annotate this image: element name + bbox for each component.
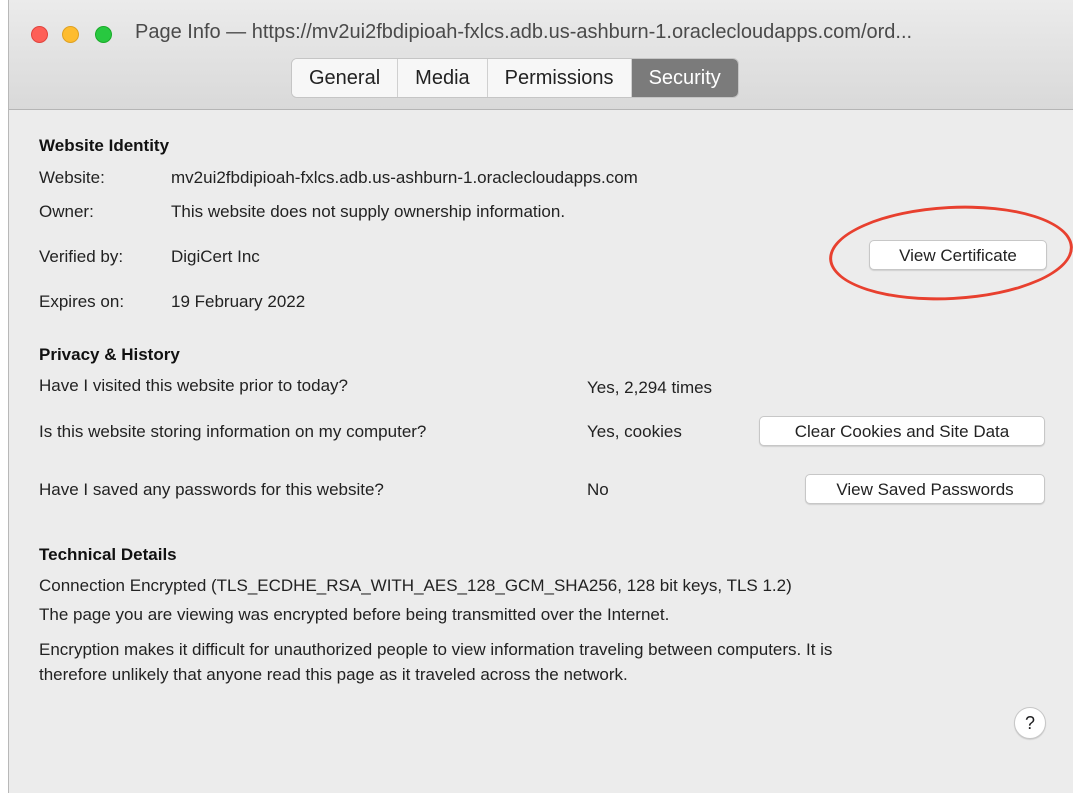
close-window-button[interactable] <box>31 26 48 43</box>
annotation-circle <box>826 199 1073 307</box>
encryption-explanation-text: The page you are viewing was encrypted b… <box>39 605 670 624</box>
website-label: Website: <box>39 168 105 187</box>
visited-question: Have I visited this website prior to tod… <box>39 376 348 395</box>
expires-on-label: Expires on: <box>39 292 125 311</box>
tab-general[interactable]: General <box>292 59 399 97</box>
zoom-window-button[interactable] <box>95 26 112 43</box>
passwords-answer: No <box>587 480 609 499</box>
verified-by-value: DigiCert Inc <box>171 247 260 266</box>
technical-details-heading: Technical Details <box>39 545 177 564</box>
visited-answer: Yes, 2,294 times <box>587 378 713 397</box>
title-bar: Page Info — https://mv2ui2fbdipioah-fxlc… <box>9 0 1073 110</box>
clear-cookies-button[interactable]: Clear Cookies and Site Data <box>759 416 1045 446</box>
verified-by-label: Verified by: <box>39 247 124 266</box>
storing-answer: Yes, cookies <box>587 422 682 441</box>
connection-encrypted-text: Connection Encrypted (TLS_ECDHE_RSA_WITH… <box>39 576 792 595</box>
view-saved-passwords-button[interactable]: View Saved Passwords <box>805 474 1045 504</box>
website-identity-heading: Website Identity <box>39 136 170 155</box>
page-info-window: Page Info — https://mv2ui2fbdipioah-fxlc… <box>8 0 1073 793</box>
tab-bar: General Media Permissions Security <box>291 58 739 98</box>
expires-on-value: 19 February 2022 <box>171 292 306 311</box>
website-value: mv2ui2fbdipioah-fxlcs.adb.us-ashburn-1.o… <box>171 168 638 187</box>
owner-label: Owner: <box>39 202 94 221</box>
window-title: Page Info — https://mv2ui2fbdipioah-fxlc… <box>135 21 913 43</box>
tab-media[interactable]: Media <box>398 59 488 97</box>
security-panel: Website Identity Website: mv2ui2fbdipioa… <box>9 110 1073 793</box>
minimize-window-button[interactable] <box>62 26 79 43</box>
encryption-detail-text-2: therefore unlikely that anyone read this… <box>39 665 628 684</box>
help-button[interactable]: ? <box>1014 707 1046 739</box>
owner-value: This website does not supply ownership i… <box>171 202 566 221</box>
tab-permissions[interactable]: Permissions <box>487 59 632 97</box>
tab-security[interactable]: Security <box>631 59 738 97</box>
encryption-detail-text-1: Encryption makes it difficult for unauth… <box>39 640 833 659</box>
privacy-history-heading: Privacy & History <box>39 345 180 364</box>
passwords-question: Have I saved any passwords for this webs… <box>39 480 384 499</box>
storing-question: Is this website storing information on m… <box>39 422 427 441</box>
